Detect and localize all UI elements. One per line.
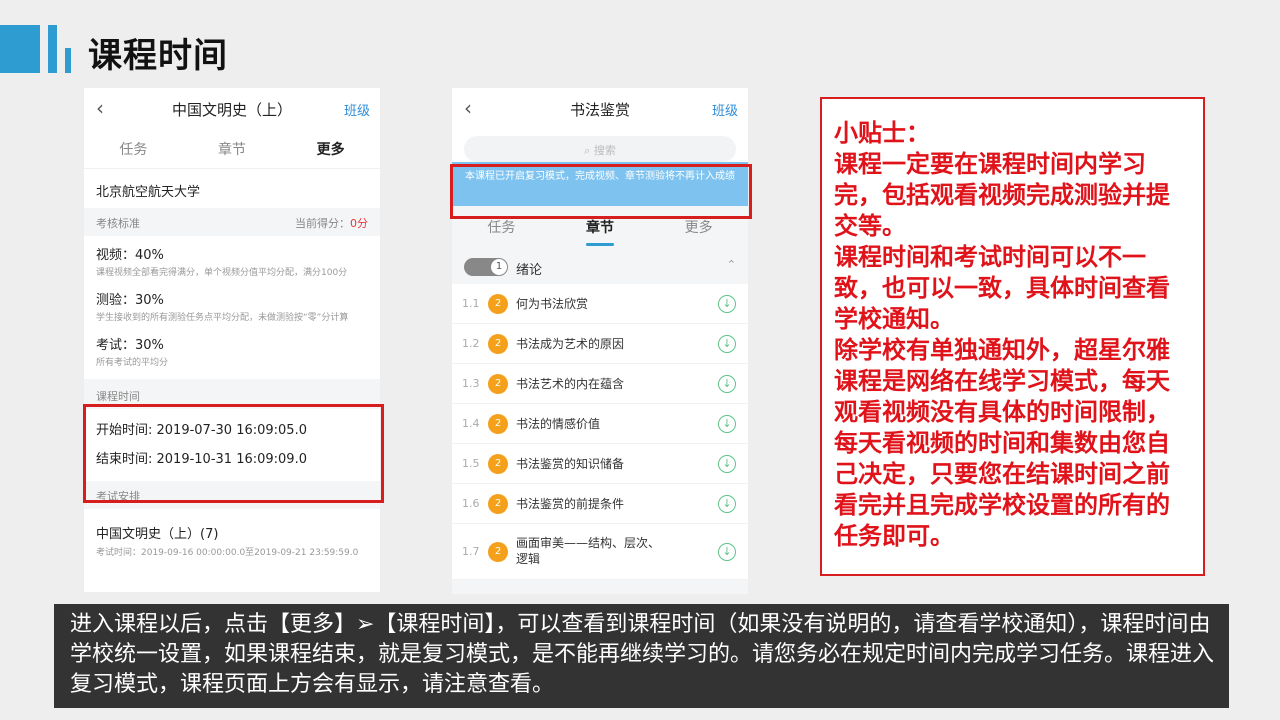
download-icon[interactable]: ↓ bbox=[718, 415, 736, 433]
criteria-title: 视频：40% bbox=[96, 248, 164, 263]
lesson-number: 1.5 bbox=[462, 457, 480, 470]
criteria-desc: 学生接收到的所有测验任务点平均分配，未做测验按“零”分计算 bbox=[96, 313, 349, 323]
tip-box: 小贴士： 课程一定要在课程时间内学习完，包括观看视频完成测验并提交等。 课程时间… bbox=[820, 97, 1205, 576]
task-count-badge: 2 bbox=[488, 494, 508, 514]
lesson-number: 1.6 bbox=[462, 497, 480, 510]
task-count-badge: 2 bbox=[488, 454, 508, 474]
score-label: 当前得分： bbox=[295, 217, 350, 230]
lesson-number: 1.1 bbox=[462, 297, 480, 310]
nav-title: 中国文明史（上） bbox=[171, 101, 292, 119]
task-count-badge: 2 bbox=[488, 542, 508, 562]
criteria-title: 考试：30% bbox=[96, 338, 164, 353]
criteria-item: 视频：40% 课程视频全部看完得满分，单个视频分值平均分配，满分100分 bbox=[84, 236, 380, 281]
chevron-up-icon[interactable]: ⌃ bbox=[727, 258, 736, 271]
lesson-item[interactable]: 1.3 2 书法艺术的内在蕴含 ↓ bbox=[452, 364, 748, 404]
lesson-item[interactable]: 1.6 2 书法鉴赏的前提条件 ↓ bbox=[452, 484, 748, 524]
lesson-number: 1.2 bbox=[462, 337, 480, 350]
download-icon[interactable]: ↓ bbox=[718, 295, 736, 313]
lesson-item[interactable]: 1.1 2 何为书法欣赏 ↓ bbox=[452, 284, 748, 324]
slide-title: 课程时间 bbox=[88, 36, 228, 76]
task-count-badge: 2 bbox=[488, 374, 508, 394]
lesson-title: 何为书法欣赏 bbox=[516, 297, 589, 311]
class-link[interactable]: 班级 bbox=[712, 100, 738, 119]
download-icon[interactable]: ↓ bbox=[718, 455, 736, 473]
lesson-number: 1.7 bbox=[462, 545, 480, 558]
criteria-desc: 课程视频全部看完得满分，单个视频分值平均分配，满分100分 bbox=[96, 268, 348, 278]
lesson-title: 书法成为艺术的原因 bbox=[516, 337, 625, 351]
phone-screenshot-course-more: ‹ 中国文明史（上） 班级 任务 章节 更多 北京航空航天大学 考核标准 当前得… bbox=[84, 88, 380, 592]
tip-paragraph: 课程时间和考试时间可以不一致，也可以一致，具体时间查看学校通知。 bbox=[834, 242, 1170, 333]
accent-bar bbox=[65, 48, 71, 73]
nav-bar: ‹ 中国文明史（上） 班级 bbox=[84, 88, 380, 128]
chapter-header[interactable]: 1 绪论 ⌃ bbox=[452, 246, 748, 284]
tab-bar: 任务 章节 更多 bbox=[84, 128, 380, 168]
highlight-box-course-time bbox=[83, 404, 384, 503]
exam-item[interactable]: 中国文明史（上）(7) 考试时间：2019-09-16 00:00:00.0至2… bbox=[84, 509, 380, 559]
tip-paragraph: 课程一定要在课程时间内学习完，包括观看视频完成测验并提交等。 bbox=[834, 149, 1170, 240]
lesson-number: 1.3 bbox=[462, 377, 480, 390]
tab-more[interactable]: 更多 bbox=[281, 128, 380, 168]
criteria-title: 测验：30% bbox=[96, 293, 164, 308]
nav-bar: ‹ 书法鉴赏 班级 bbox=[452, 88, 748, 128]
university-name: 北京航空航天大学 bbox=[84, 168, 380, 208]
lesson-item[interactable]: 1.4 2 书法的情感价值 ↓ bbox=[452, 404, 748, 444]
task-count-badge: 2 bbox=[488, 334, 508, 354]
criteria-desc: 所有考试的平均分 bbox=[96, 358, 169, 368]
lesson-item[interactable]: 1.5 2 书法鉴赏的知识储备 ↓ bbox=[452, 444, 748, 484]
caption-text: 进入课程以后，点击【更多】➢【课程时间】，可以查看到课程时间（如果没有说明的，请… bbox=[54, 604, 1229, 708]
current-score: 当前得分：0分 bbox=[295, 215, 368, 231]
lesson-number: 1.4 bbox=[462, 417, 480, 430]
score-value: 0分 bbox=[350, 217, 368, 230]
lesson-item[interactable]: 1.7 2 画面审美——结构、层次、逻辑 ↓ bbox=[452, 524, 748, 580]
class-link[interactable]: 班级 bbox=[344, 100, 370, 119]
exam-title: 中国文明史（上）(7) bbox=[96, 527, 219, 542]
criteria-item: 考试：30% 所有考试的平均分 bbox=[84, 326, 380, 379]
download-icon[interactable]: ↓ bbox=[718, 543, 736, 561]
tip-heading: 小贴士： bbox=[834, 118, 930, 147]
download-icon[interactable]: ↓ bbox=[718, 335, 736, 353]
lesson-title: 书法鉴赏的知识储备 bbox=[516, 457, 625, 471]
tip-paragraph: 除学校有单独通知外，超星尔雅课程是网络在线学习模式，每天观看视频没有具体的时间限… bbox=[834, 335, 1170, 550]
lesson-item[interactable]: 1.2 2 书法成为艺术的原因 ↓ bbox=[452, 324, 748, 364]
criteria-header: 考核标准 当前得分：0分 bbox=[84, 208, 380, 236]
criteria-item: 测验：30% 学生接收到的所有测验任务点平均分配，未做测验按“零”分计算 bbox=[84, 281, 380, 326]
criteria-label: 考核标准 bbox=[96, 217, 140, 230]
nav-title: 书法鉴赏 bbox=[569, 101, 630, 119]
accent-bar bbox=[48, 25, 57, 73]
lesson-title: 书法艺术的内在蕴含 bbox=[516, 377, 625, 391]
header-area: ‹ 书法鉴赏 班级 ⌕ 搜索 bbox=[452, 88, 748, 162]
download-icon[interactable]: ↓ bbox=[718, 495, 736, 513]
task-count-badge: 2 bbox=[488, 414, 508, 434]
download-icon[interactable]: ↓ bbox=[718, 375, 736, 393]
search-icon: ⌕ bbox=[584, 144, 591, 157]
chapter-number: 1 bbox=[491, 259, 507, 275]
lesson-title: 画面审美——结构、层次、逻辑 bbox=[516, 536, 661, 566]
accent-bar bbox=[0, 25, 40, 73]
lesson-title: 书法鉴赏的前提条件 bbox=[516, 497, 625, 511]
exam-desc: 考试时间：2019-09-16 00:00:00.0至2019-09-21 23… bbox=[96, 548, 359, 558]
search-placeholder: 搜索 bbox=[593, 144, 616, 157]
search-input[interactable]: ⌕ 搜索 bbox=[464, 136, 736, 162]
lesson-title: 书法的情感价值 bbox=[516, 417, 601, 431]
tab-chapters[interactable]: 章节 bbox=[183, 128, 282, 168]
highlight-box-review-banner bbox=[450, 164, 752, 219]
chapter-title: 绪论 bbox=[516, 263, 543, 278]
task-count-badge: 2 bbox=[488, 294, 508, 314]
tab-tasks[interactable]: 任务 bbox=[84, 128, 183, 168]
chapter-toggle[interactable]: 1 bbox=[464, 258, 508, 276]
